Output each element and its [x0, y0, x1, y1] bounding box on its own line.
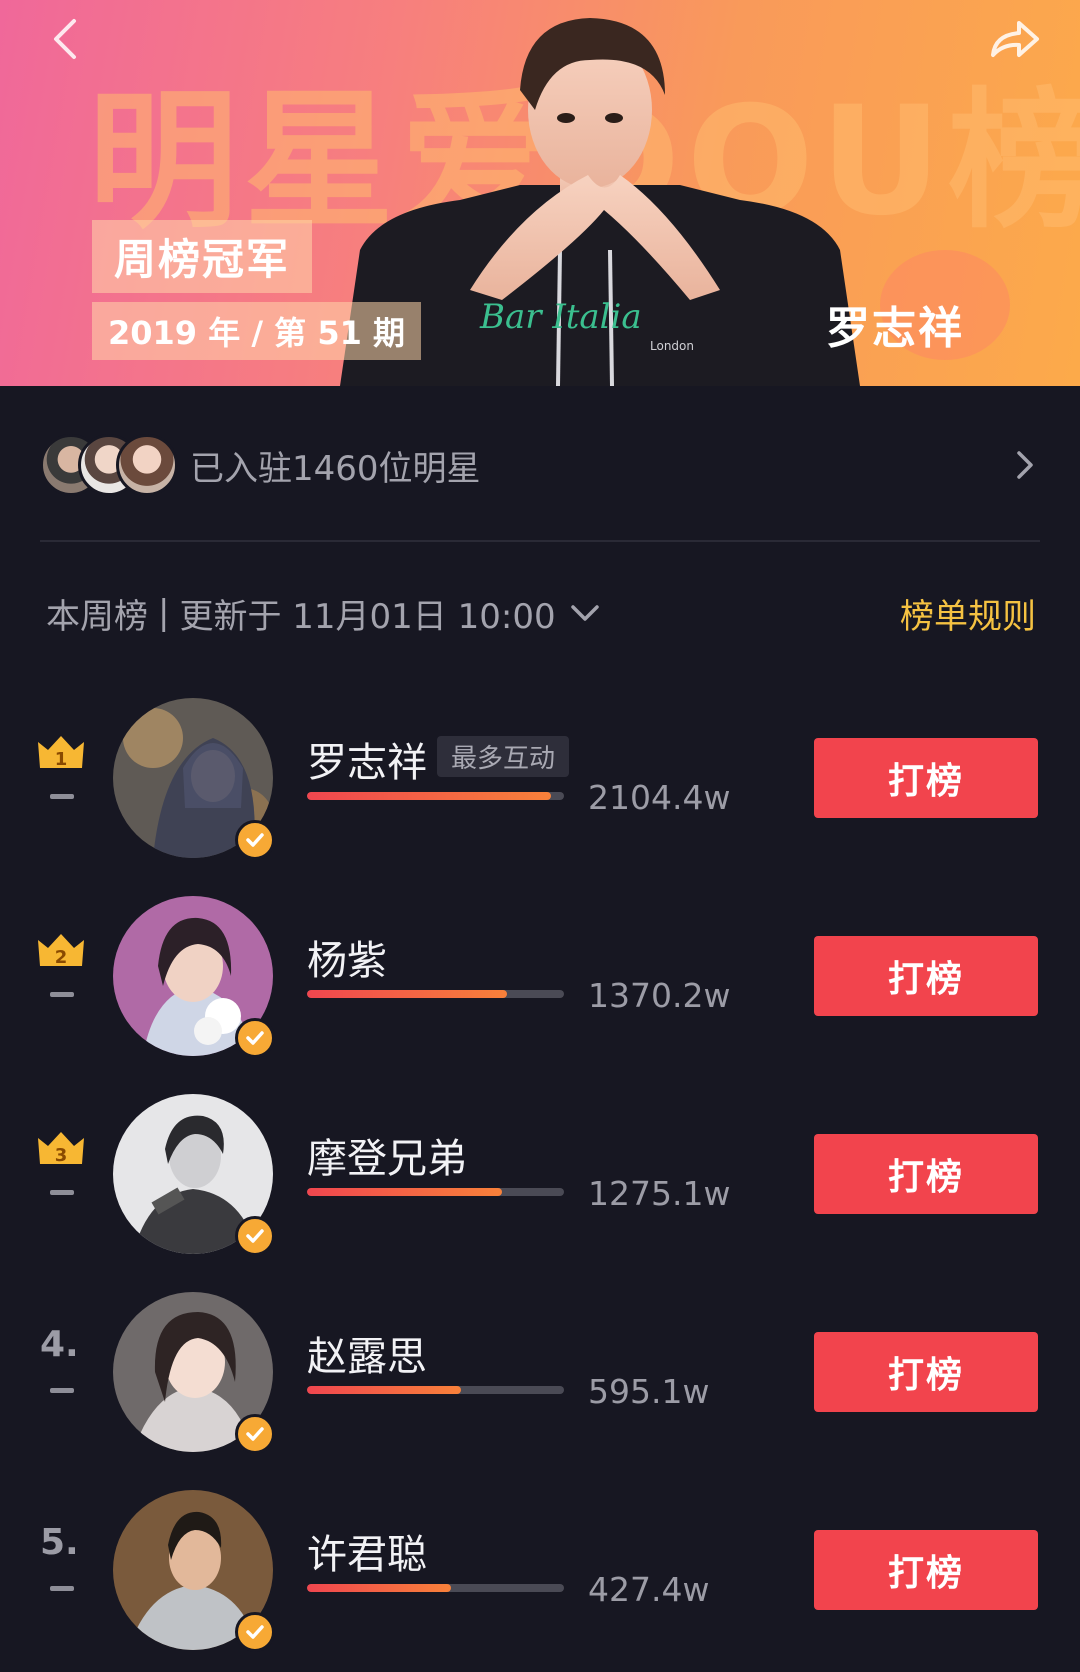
champion-banner: 明星爱DOU榜 Bar Italia London — [0, 0, 1080, 386]
star-name[interactable]: 罗志祥 — [307, 730, 427, 788]
star-name[interactable]: 许君聪 — [307, 1522, 427, 1580]
chevron-down-icon — [570, 605, 599, 621]
ranking-row: 3 摩登兄弟 1275.1w 打榜 — [0, 1086, 1080, 1256]
score-bar — [307, 990, 564, 998]
vote-button[interactable]: 打榜 — [814, 1134, 1038, 1214]
chevron-left-icon — [54, 19, 76, 59]
divider — [40, 540, 1040, 542]
vote-button[interactable]: 打榜 — [814, 738, 1038, 818]
svg-text:Bar Italia: Bar Italia — [479, 297, 642, 337]
score-bar-fill — [307, 792, 552, 800]
vote-button[interactable]: 打榜 — [814, 1332, 1038, 1412]
score-bar-fill — [307, 1188, 503, 1196]
score-bar — [307, 1188, 564, 1196]
score-bar-fill — [307, 1584, 451, 1592]
svg-text:1: 1 — [55, 749, 68, 770]
crown-icon: 2 — [38, 934, 84, 968]
star-score: 427.4w — [588, 1570, 710, 1609]
star-score: 2104.4w — [588, 778, 731, 817]
update-time: 更新于 11月01日 10:00 — [179, 596, 556, 637]
score-bar-fill — [307, 1386, 462, 1394]
ranking-row: 5. 许君聪 427.4w 打榜 — [0, 1482, 1080, 1652]
week-header: 本周榜 | 更新于 11月01日 10:00 榜单规则 — [46, 588, 1036, 638]
period-tag: 2019 年 / 第 51 期 — [92, 302, 421, 360]
verified-badge-icon — [235, 1414, 275, 1454]
svg-text:3: 3 — [55, 1145, 68, 1166]
chevron-right-icon — [1017, 451, 1033, 479]
star-score: 1370.2w — [588, 976, 731, 1015]
verified-badge-icon — [235, 1216, 275, 1256]
rank-change-dash — [50, 1388, 74, 1393]
star-name[interactable]: 杨紫 — [307, 928, 387, 986]
svg-text:2: 2 — [55, 947, 68, 968]
rank-number: 4. — [40, 1324, 79, 1365]
score-bar-fill — [307, 990, 508, 998]
rank-change-dash — [50, 1190, 74, 1195]
verified-badge-icon — [235, 820, 275, 860]
verified-badge-icon — [235, 1612, 275, 1652]
back-button[interactable] — [40, 14, 90, 64]
weekly-champion-tag: 周榜冠军 — [92, 220, 313, 293]
star-name[interactable]: 赵露思 — [307, 1324, 427, 1382]
week-select-toggle[interactable] — [570, 603, 600, 623]
settled-stars-row[interactable]: 已入驻1460位明星 — [40, 430, 1040, 500]
ranking-row: 2 杨紫 1370.2w 打榜 — [0, 888, 1080, 1058]
rank-number: 5. — [40, 1522, 79, 1563]
score-bar — [307, 1584, 564, 1592]
crown-icon: 3 — [38, 1132, 84, 1166]
star-score: 1275.1w — [588, 1174, 731, 1213]
score-bar — [307, 1386, 564, 1394]
share-button[interactable] — [984, 14, 1044, 64]
rank-change-dash — [50, 794, 74, 799]
star-score: 595.1w — [588, 1372, 710, 1411]
settled-stars-count: 已入驻1460位明星 — [190, 448, 481, 489]
week-board-label: 本周榜 — [46, 596, 148, 637]
score-bar — [307, 792, 564, 800]
rank-change-dash — [50, 1586, 74, 1591]
champion-name: 罗志祥 — [826, 303, 964, 354]
ranking-row: 1 罗志祥 最多互动 2104.4w 打榜 — [0, 690, 1080, 860]
mini-avatar — [116, 434, 178, 496]
star-name[interactable]: 摩登兄弟 — [307, 1126, 467, 1184]
vote-button[interactable]: 打榜 — [814, 936, 1038, 1016]
share-arrow-icon — [991, 21, 1039, 57]
verified-badge-icon — [235, 1018, 275, 1058]
star-avatar-stack — [40, 432, 180, 498]
most-interaction-tag: 最多互动 — [437, 736, 570, 777]
board-rules-link[interactable]: 榜单规则 — [900, 589, 1036, 638]
crown-gold-icon: 1 — [38, 736, 84, 770]
header-separator: | — [158, 593, 170, 633]
vote-button[interactable]: 打榜 — [814, 1530, 1038, 1610]
svg-text:London: London — [650, 339, 694, 353]
rank-change-dash — [50, 992, 74, 997]
ranking-row: 4. 赵露思 595.1w 打榜 — [0, 1284, 1080, 1454]
